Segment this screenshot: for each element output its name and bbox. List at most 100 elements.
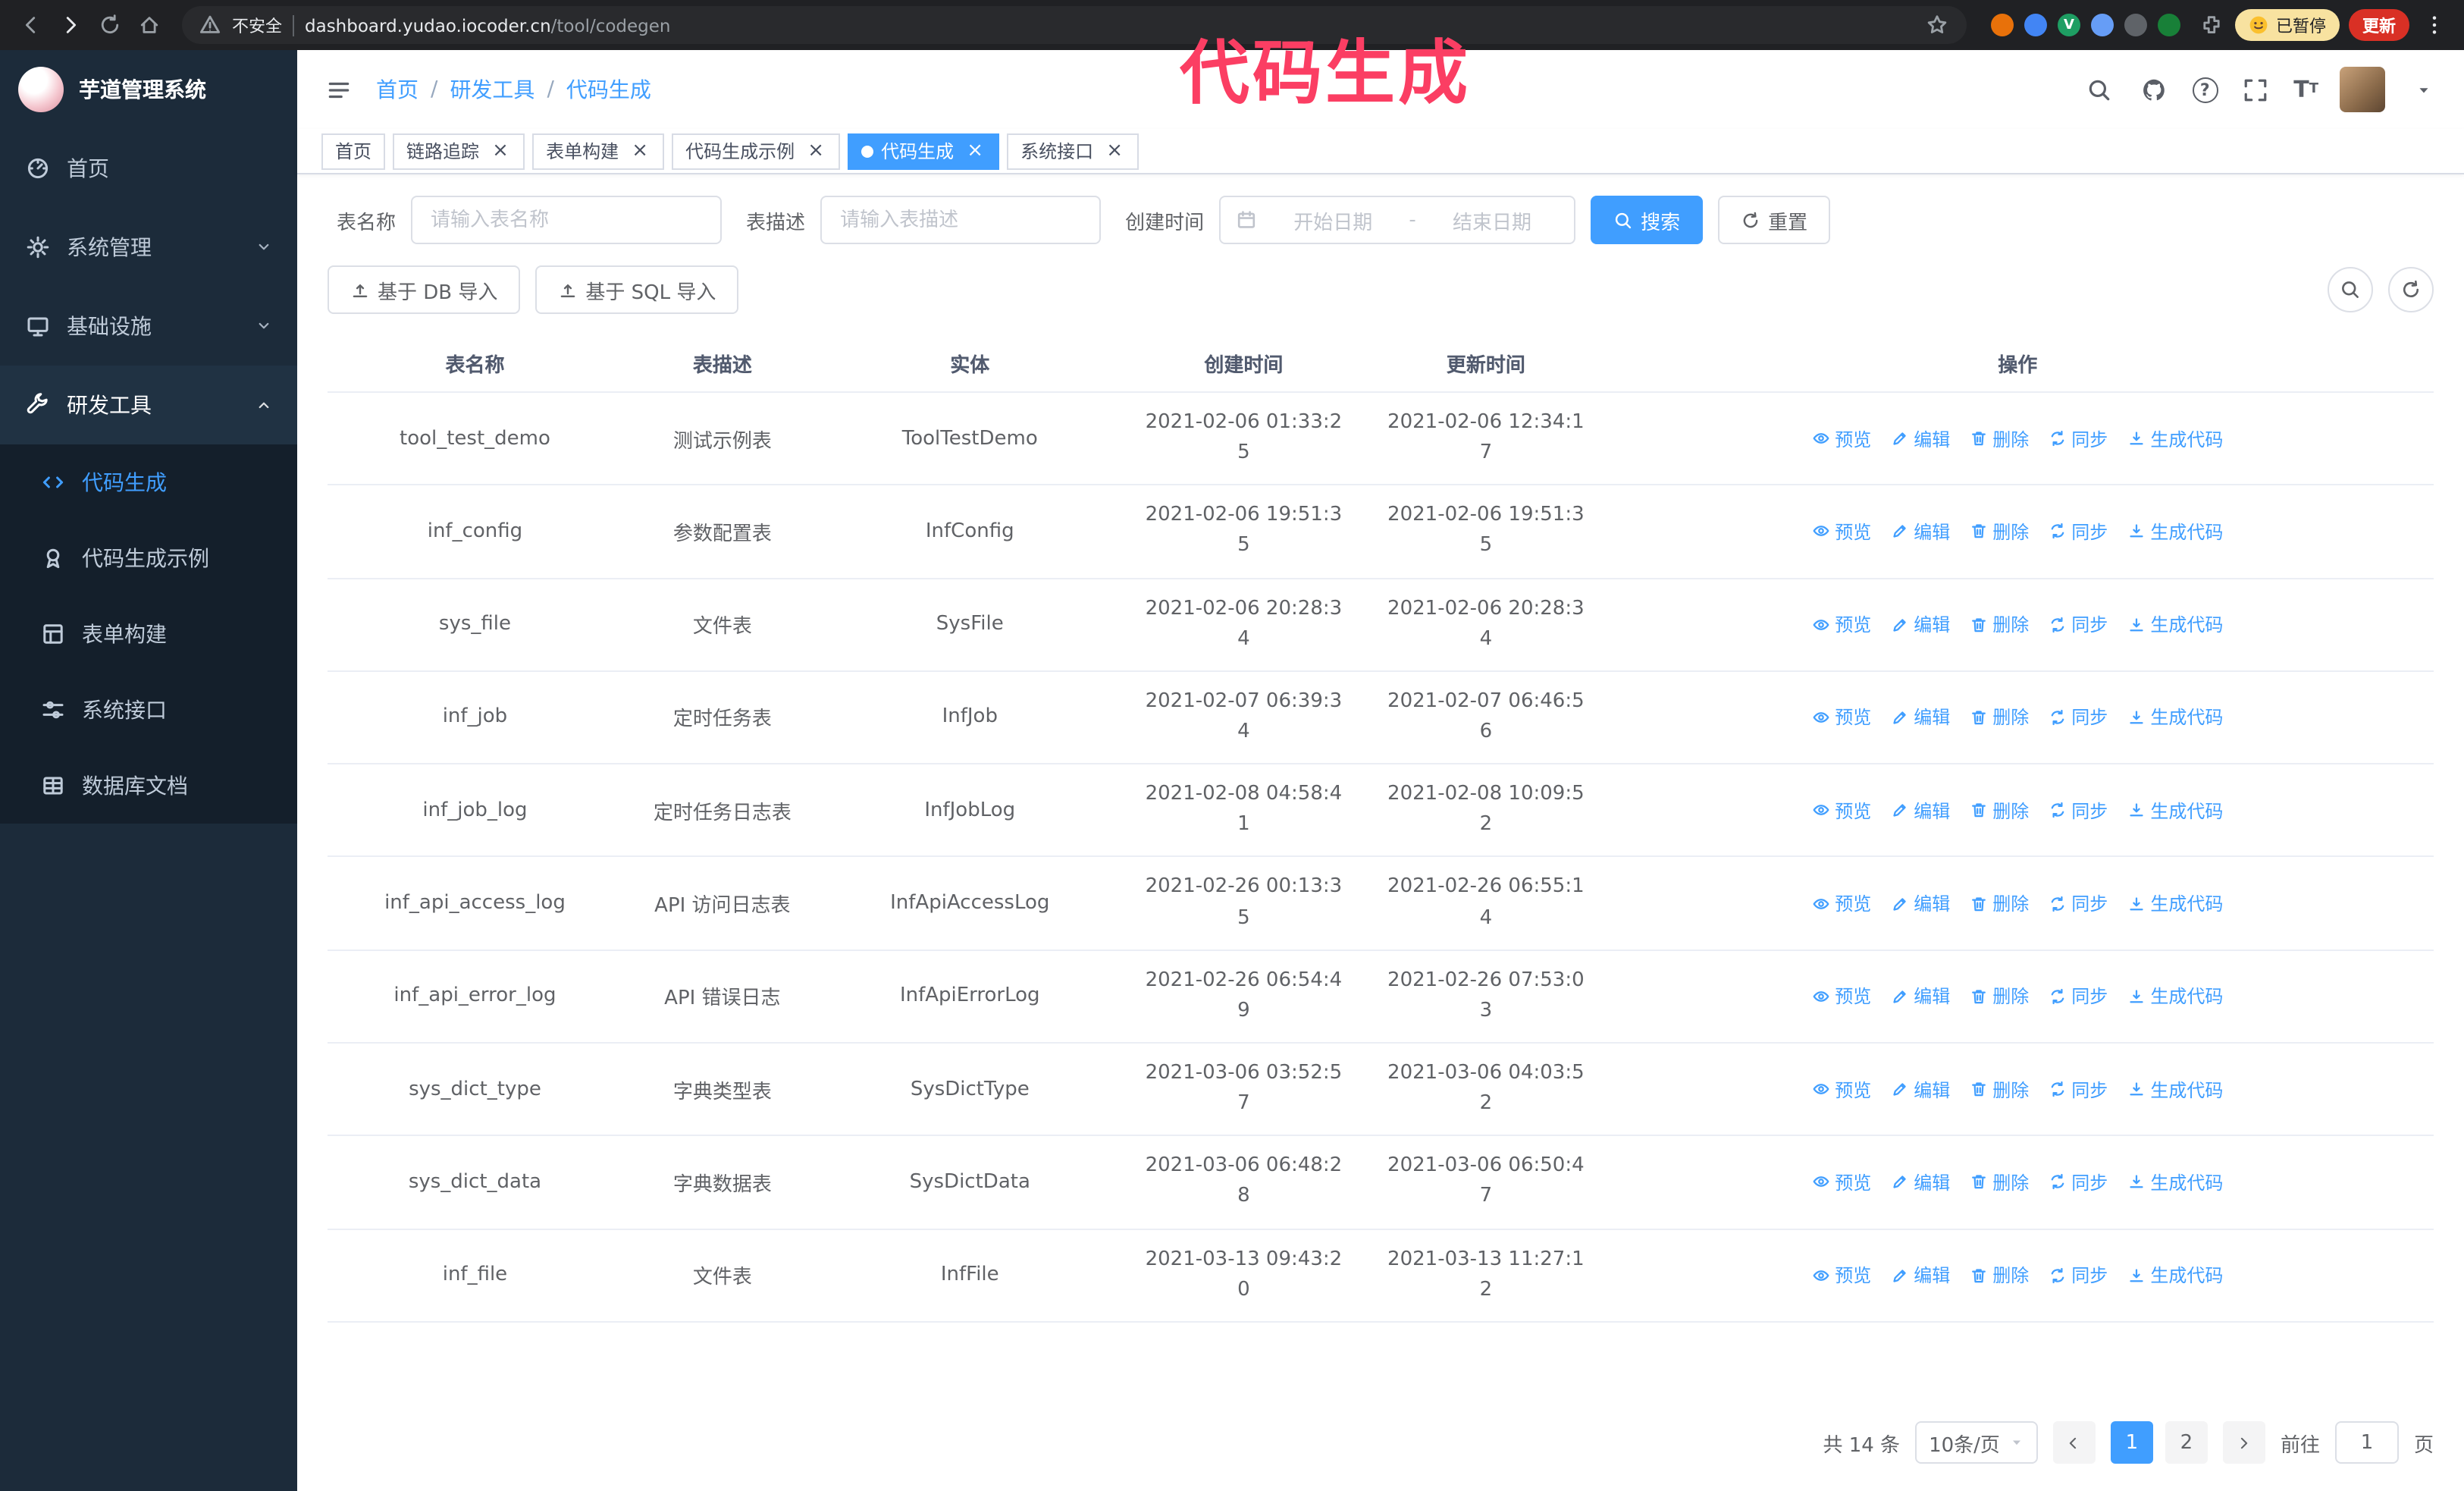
sidebar-item-1[interactable]: 系统管理 — [0, 208, 297, 287]
action-generate-code[interactable]: 生成代码 — [2127, 984, 2223, 1009]
reload-icon[interactable] — [94, 10, 124, 40]
action-generate-code[interactable]: 生成代码 — [2127, 798, 2223, 824]
action-edit[interactable]: 编辑 — [1891, 798, 1950, 824]
extension-dark-icon[interactable] — [2124, 14, 2147, 36]
tab-3[interactable]: 代码生成示例 × — [672, 133, 841, 169]
action-preview[interactable]: 预览 — [1812, 798, 1871, 824]
sidebar-item-3[interactable]: 研发工具 — [0, 366, 297, 444]
action-delete[interactable]: 删除 — [1970, 1076, 2029, 1102]
refresh-table-button[interactable] — [2388, 267, 2434, 312]
user-caret-icon[interactable] — [2406, 73, 2440, 106]
prev-page-button[interactable] — [2052, 1421, 2096, 1464]
breadcrumb-item-2[interactable]: 代码生成 — [566, 74, 651, 105]
user-avatar[interactable] — [2340, 67, 2385, 112]
create-time-range-picker[interactable]: 开始日期 - 结束日期 — [1219, 196, 1576, 244]
extension-people-icon[interactable] — [2091, 14, 2114, 36]
action-sync[interactable]: 同步 — [2049, 611, 2108, 637]
github-icon[interactable] — [2137, 73, 2171, 106]
table-desc-input[interactable] — [820, 196, 1102, 244]
font-size-icon[interactable]: TT — [2293, 73, 2318, 106]
action-generate-code[interactable]: 生成代码 — [2127, 890, 2223, 916]
action-delete[interactable]: 删除 — [1970, 425, 2029, 451]
action-sync[interactable]: 同步 — [2049, 1169, 2108, 1195]
tab-close-icon[interactable]: × — [629, 140, 650, 162]
tab-close-icon[interactable]: × — [1104, 140, 1125, 162]
search-button[interactable]: 搜索 — [1591, 196, 1704, 244]
import-sql-button[interactable]: 基于 SQL 导入 — [535, 265, 739, 314]
import-db-button[interactable]: 基于 DB 导入 — [328, 265, 521, 314]
action-sync[interactable]: 同步 — [2049, 890, 2108, 916]
browser-home-icon[interactable] — [133, 10, 164, 40]
back-icon[interactable] — [15, 10, 45, 40]
action-delete[interactable]: 删除 — [1970, 984, 2029, 1009]
tab-close-icon[interactable]: × — [490, 140, 511, 162]
action-delete[interactable]: 删除 — [1970, 798, 2029, 824]
reset-button[interactable]: 重置 — [1718, 196, 1831, 244]
sidebar-item-0[interactable]: 首页 — [0, 129, 297, 208]
profile-paused-chip[interactable]: 已暂停 — [2235, 9, 2340, 41]
action-sync[interactable]: 同步 — [2049, 705, 2108, 730]
action-edit[interactable]: 编辑 — [1891, 1262, 1950, 1288]
action-delete[interactable]: 删除 — [1970, 890, 2029, 916]
page-1-button[interactable]: 1 — [2110, 1421, 2153, 1464]
action-generate-code[interactable]: 生成代码 — [2127, 1076, 2223, 1102]
action-sync[interactable]: 同步 — [2049, 1262, 2108, 1288]
address-bar[interactable]: 不安全 dashboard.yudao.iocoder.cn/tool/code… — [182, 6, 1967, 44]
search-icon[interactable] — [2083, 73, 2116, 106]
action-generate-code[interactable]: 生成代码 — [2127, 519, 2223, 545]
action-edit[interactable]: 编辑 — [1891, 425, 1950, 451]
action-edit[interactable]: 编辑 — [1891, 984, 1950, 1009]
page-size-select[interactable]: 10条/页 — [1915, 1421, 2038, 1464]
help-icon[interactable]: ? — [2192, 77, 2218, 102]
extension-leaf-icon[interactable] — [2158, 14, 2180, 36]
tab-0[interactable]: 首页 — [321, 133, 386, 169]
toggle-search-button[interactable] — [2328, 267, 2373, 312]
page-2-button[interactable]: 2 — [2165, 1421, 2208, 1464]
extension-blue-icon[interactable] — [2024, 14, 2047, 36]
action-sync[interactable]: 同步 — [2049, 984, 2108, 1009]
action-delete[interactable]: 删除 — [1970, 611, 2029, 637]
sidebar-subitem-2[interactable]: 表单构建 — [0, 596, 297, 672]
tab-1[interactable]: 链路追踪 × — [393, 133, 525, 169]
action-sync[interactable]: 同步 — [2049, 519, 2108, 545]
sidebar-item-2[interactable]: 基础设施 — [0, 287, 297, 366]
sidebar-subitem-1[interactable]: 代码生成示例 — [0, 520, 297, 596]
table-name-input[interactable] — [411, 196, 723, 244]
breadcrumb-item-1[interactable]: 研发工具 — [450, 74, 534, 105]
action-delete[interactable]: 删除 — [1970, 1169, 2029, 1195]
sidebar-subitem-3[interactable]: 系统接口 — [0, 672, 297, 748]
action-preview[interactable]: 预览 — [1812, 1169, 1871, 1195]
tab-close-icon[interactable]: × — [964, 140, 986, 162]
action-delete[interactable]: 删除 — [1970, 705, 2029, 730]
action-edit[interactable]: 编辑 — [1891, 705, 1950, 730]
action-sync[interactable]: 同步 — [2049, 425, 2108, 451]
action-generate-code[interactable]: 生成代码 — [2127, 1262, 2223, 1288]
action-preview[interactable]: 预览 — [1812, 1262, 1871, 1288]
goto-page-input[interactable] — [2334, 1421, 2399, 1464]
tab-4[interactable]: 代码生成 × — [848, 133, 1000, 169]
action-sync[interactable]: 同步 — [2049, 798, 2108, 824]
action-preview[interactable]: 预览 — [1812, 705, 1871, 730]
action-edit[interactable]: 编辑 — [1891, 1076, 1950, 1102]
action-sync[interactable]: 同步 — [2049, 1076, 2108, 1102]
action-preview[interactable]: 预览 — [1812, 519, 1871, 545]
tab-2[interactable]: 表单构建 × — [532, 133, 665, 169]
collapse-menu-icon[interactable] — [321, 73, 355, 106]
extensions-puzzle-icon[interactable] — [2196, 10, 2226, 40]
extension-green-v-icon[interactable]: V — [2058, 14, 2080, 36]
tab-5[interactable]: 系统接口 × — [1007, 133, 1140, 169]
action-preview[interactable]: 预览 — [1812, 984, 1871, 1009]
action-preview[interactable]: 预览 — [1812, 890, 1871, 916]
fullscreen-icon[interactable] — [2239, 73, 2272, 106]
breadcrumb-item-0[interactable]: 首页 — [376, 74, 419, 105]
action-preview[interactable]: 预览 — [1812, 1076, 1871, 1102]
action-delete[interactable]: 删除 — [1970, 519, 2029, 545]
extension-orange-icon[interactable] — [1991, 14, 2014, 36]
action-generate-code[interactable]: 生成代码 — [2127, 1169, 2223, 1195]
action-preview[interactable]: 预览 — [1812, 611, 1871, 637]
action-edit[interactable]: 编辑 — [1891, 611, 1950, 637]
action-generate-code[interactable]: 生成代码 — [2127, 425, 2223, 451]
action-preview[interactable]: 预览 — [1812, 425, 1871, 451]
sidebar-subitem-0[interactable]: 代码生成 — [0, 444, 297, 520]
action-delete[interactable]: 删除 — [1970, 1262, 2029, 1288]
